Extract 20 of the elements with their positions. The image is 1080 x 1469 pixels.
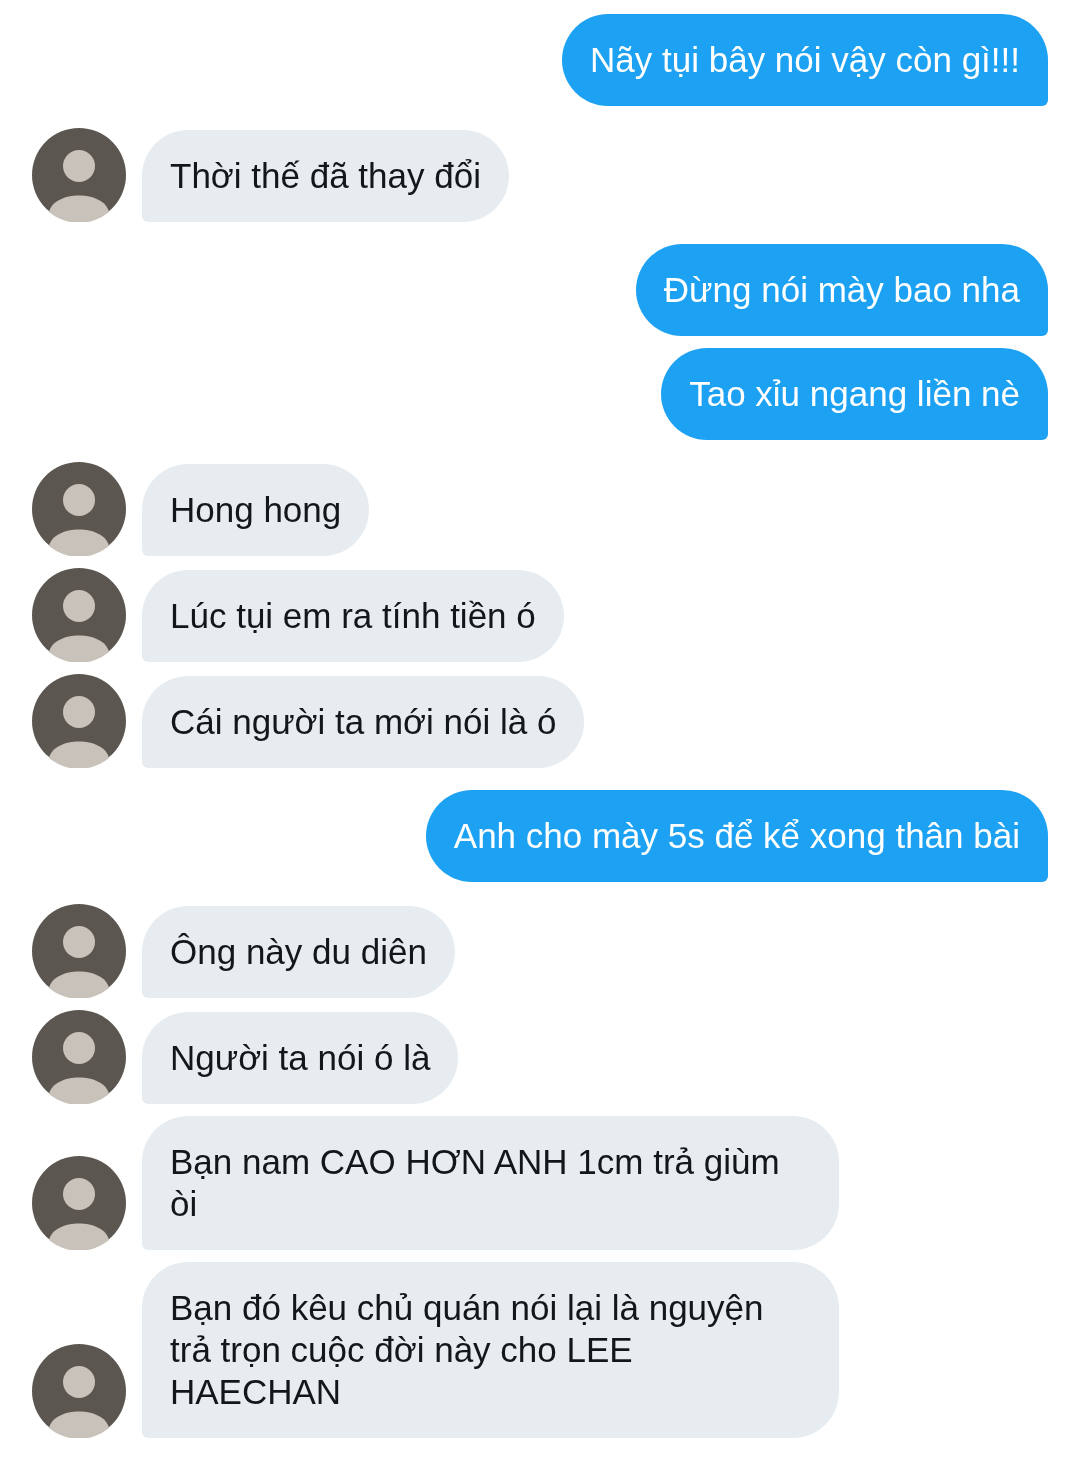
avatar-icon: [32, 1344, 126, 1438]
message-bubble: Anh cho mày 5s để kể xong thân bài: [425, 790, 1048, 882]
avatar-icon: [32, 568, 126, 662]
message-bubble: Bạn đó kêu chủ quán nói lại là nguyện trả trọn cuộc đời này cho LEE HAECHAN: [142, 1262, 839, 1438]
message-bubble: Người ta nói ó là: [142, 1012, 459, 1104]
avatar-icon: [32, 1010, 126, 1104]
avatar-icon: [32, 462, 126, 556]
message-bubble: Cái người ta mới nói là ó: [142, 676, 585, 768]
message-bubble: Thời thế đã thay đổi: [142, 130, 509, 222]
message-bubble: Ông này du diên: [142, 906, 455, 998]
message-bubble: Tao xỉu ngang liền nè: [661, 348, 1048, 440]
message-bubble: Hong hong: [142, 464, 370, 556]
message-bubble: Nãy tụi bây nói vậy còn gì!!!: [562, 14, 1048, 106]
avatar-icon: [32, 674, 126, 768]
message-bubble: Đừng nói mày bao nha: [635, 244, 1048, 336]
message-bubble: Bạn nam CAO HƠN ANH 1cm trả giùm òi: [142, 1116, 839, 1250]
avatar-icon: [32, 904, 126, 998]
avatar-icon: [32, 128, 126, 222]
message-bubble: Lúc tụi em ra tính tiền ó: [142, 570, 564, 662]
avatar-icon: [32, 1156, 126, 1250]
